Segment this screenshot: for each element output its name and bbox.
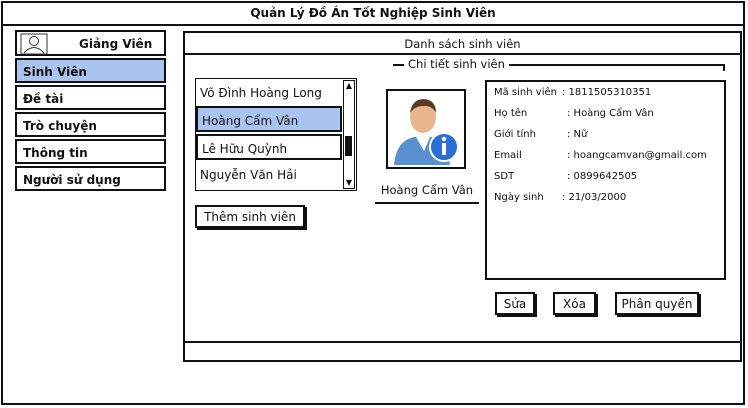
scroll-up-icon[interactable]: ▲	[344, 81, 354, 91]
field-email: Email : hoangcamvan@gmail.com	[494, 150, 707, 161]
panel-footer-divider	[185, 341, 740, 343]
permissions-button[interactable]: Phân quyền	[615, 292, 699, 315]
list-scrollbar[interactable]: ▲ ▼	[343, 80, 355, 189]
panel-title: Danh sách sinh viên	[185, 33, 740, 55]
sidebar-item-chat[interactable]: Trò chuyện	[15, 112, 166, 137]
list-item[interactable]: Võ Đình Hoàng Long	[196, 80, 342, 106]
scrollbar-thumb[interactable]	[345, 136, 352, 156]
field-value: : Nữ	[567, 129, 588, 140]
field-gender: Giới tính : Nữ	[494, 129, 587, 140]
sidebar: Giảng Viên Sinh Viên Đề tài Trò chuyện T…	[15, 30, 168, 194]
field-birthdate: Ngày sinh : 21/03/2000	[494, 192, 626, 203]
student-panel: Danh sách sinh viên Võ Đình Hoàng Long H…	[183, 31, 742, 362]
list-item[interactable]: Lê Hữu Quỳnh	[196, 134, 342, 160]
field-value: : 0899642505	[567, 171, 638, 182]
field-student-id: Mã sinh viên : 1811505310351	[494, 87, 651, 98]
field-value: : 21/03/2000	[562, 192, 627, 203]
sidebar-item-info[interactable]: Thông tin	[15, 139, 166, 164]
field-label: Mã sinh viên	[494, 87, 557, 98]
delete-button[interactable]: Xóa	[553, 292, 596, 315]
user-info-icon	[394, 99, 459, 165]
field-value: : 1811505310351	[562, 87, 652, 98]
app-title: Quản Lý Đồ Án Tốt Nghiệp Sinh Viên	[1, 1, 745, 26]
student-name-caption: Hoàng Cẩm Vân	[380, 183, 474, 197]
user-icon	[20, 33, 48, 55]
sidebar-item-users[interactable]: Người sử dụng	[15, 166, 166, 191]
detail-legend: Chi tiết sinh viên	[404, 57, 509, 71]
field-label: Họ tên	[494, 108, 528, 119]
field-label: Ngày sinh	[494, 192, 544, 203]
field-label: Giới tính	[494, 129, 536, 140]
scroll-down-icon[interactable]: ▼	[344, 178, 354, 188]
list-item[interactable]: Nguyễn Văn Hải	[196, 162, 342, 188]
add-student-button[interactable]: Thêm sinh viên	[195, 205, 305, 228]
divider	[375, 202, 479, 204]
student-list: Võ Đình Hoàng Long Hoàng Cẩm Vân Lê Hữu …	[195, 78, 357, 191]
role-label: Giảng Viên	[79, 37, 153, 51]
list-item[interactable]: Hoàng Cẩm Vân	[196, 106, 342, 132]
field-label: SDT	[494, 171, 515, 182]
field-label: Email	[494, 150, 522, 161]
sidebar-item-students[interactable]: Sinh Viên	[15, 58, 166, 83]
field-value: : hoangcamvan@gmail.com	[567, 150, 707, 161]
field-value: : Hoàng Cẩm Vân	[567, 108, 654, 119]
field-full-name: Họ tên : Hoàng Cẩm Vân	[494, 108, 654, 119]
field-phone: SDT : 0899642505	[494, 171, 637, 182]
student-detail-box: Mã sinh viên : 1811505310351 Họ tên : Ho…	[485, 80, 726, 280]
role-header: Giảng Viên	[15, 30, 166, 56]
edit-button[interactable]: Sửa	[495, 292, 535, 315]
sidebar-item-topics[interactable]: Đề tài	[15, 85, 166, 110]
student-avatar	[386, 89, 466, 169]
